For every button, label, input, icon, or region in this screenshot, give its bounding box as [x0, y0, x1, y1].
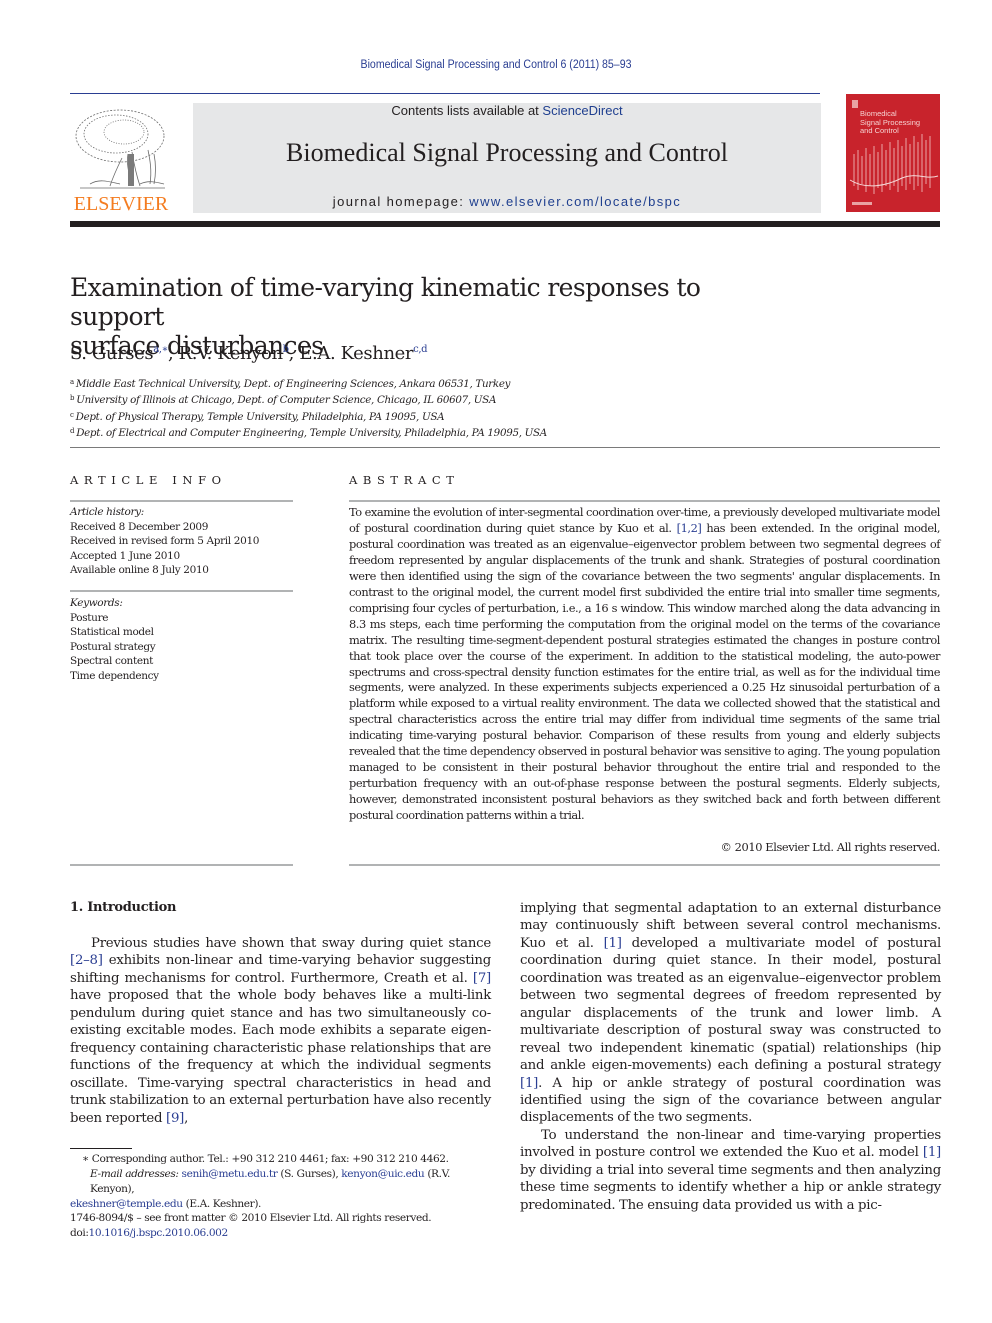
running-head[interactable]: Biomedical Signal Processing and Control… — [40, 59, 953, 71]
body-column-right: implying that segmental adaptation to an… — [520, 900, 941, 1214]
paragraph: Previous studies have shown that sway du… — [70, 935, 491, 1127]
divider — [349, 500, 940, 502]
issn-line: 1746-8094/$ – see front matter © 2010 El… — [70, 1212, 432, 1224]
email-link[interactable]: ekeshner@temple.edu — [70, 1198, 183, 1210]
section-heading-introduction: 1. Introduction — [70, 900, 177, 915]
history-item: Accepted 1 June 2010 — [70, 549, 180, 562]
divider — [70, 590, 293, 592]
keyword-item: Postural strategy — [70, 640, 156, 653]
issn-doi-block: 1746-8094/$ – see front matter © 2010 El… — [70, 1211, 432, 1241]
paragraph: To understand the non-linear and time-va… — [520, 1127, 941, 1214]
article-info-heading: ARTICLE INFO — [70, 473, 227, 487]
journal-homepage-line: journal homepage: www.elsevier.com/locat… — [193, 194, 821, 209]
keywords-label: Keywords: — [70, 597, 123, 609]
email-addresses-cont: ekeshner@temple.edu (E.A. Keshner). — [70, 1198, 262, 1210]
citation-link[interactable]: [1] — [520, 1076, 538, 1091]
citation-link[interactable]: [7] — [473, 971, 491, 986]
paragraph-text: have proposed that the whole body behave… — [70, 988, 491, 1126]
affiliation-item: d Dept. of Electrical and Computer Engine… — [70, 427, 547, 440]
history-item: Received in revised form 5 April 2010 — [70, 535, 260, 547]
divider — [349, 864, 940, 866]
paragraph-text: developed a multivariate model of postur… — [520, 935, 941, 1074]
article-history: Article history: Received 8 December 200… — [70, 505, 259, 578]
keywords: Keywords: Posture Statistical model Post… — [70, 596, 159, 683]
divider — [70, 864, 293, 866]
header-rule — [70, 93, 820, 94]
keyword-item: Posture — [70, 611, 109, 624]
paragraph: implying that segmental adaptation to an… — [520, 900, 941, 1127]
author-affiliation-mark[interactable]: a,∗ — [153, 344, 168, 355]
homepage-prefix: journal homepage: — [332, 194, 470, 209]
elsevier-wordmark[interactable]: ELSEVIER — [70, 193, 172, 216]
history-item: Received 8 December 2009 — [70, 520, 209, 533]
keyword-item: Time dependency — [70, 669, 159, 682]
title-divider — [70, 447, 940, 448]
affiliations: a Middle East Technical University, Dept.… — [70, 375, 547, 441]
journal-cover-thumbnail[interactable]: Biomedical Signal Processing and Control — [846, 94, 940, 212]
journal-name: Biomedical Signal Processing and Control — [286, 138, 728, 167]
paragraph-text: . A hip or ankle strategy of postural co… — [520, 1075, 941, 1126]
citation-link[interactable]: [1] — [923, 1145, 941, 1160]
email-link[interactable]: kenyon@uic.edu — [341, 1168, 424, 1180]
homepage-link[interactable]: www.elsevier.com/locate/bspc — [469, 194, 681, 209]
email-link[interactable]: senih@metu.edu.tr — [182, 1168, 278, 1180]
paragraph-text: , — [184, 1110, 189, 1126]
citation-link[interactable]: [9] — [166, 1111, 184, 1126]
paragraph-text: To understand the non-linear and time-va… — [520, 1127, 941, 1161]
author-name: E.A. Keshner — [299, 343, 414, 364]
sciencedirect-link[interactable]: ScienceDirect — [542, 103, 622, 118]
contents-available-line: Contents lists available at ScienceDirec… — [193, 103, 821, 118]
paragraph-text: Previous studies have shown that sway du… — [91, 936, 491, 951]
citation-link[interactable]: [1] — [604, 936, 622, 951]
cover-title: Biomedical Signal Processing and Control — [860, 109, 921, 135]
abstract-text: To examine the evolution of inter-segmen… — [349, 505, 940, 823]
divider — [70, 500, 293, 502]
paragraph-text: exhibits non-linear and time-varying beh… — [70, 953, 491, 986]
footnotes: ∗ Corresponding author. Tel.: +90 312 21… — [70, 1152, 495, 1212]
abstract-heading: ABSTRACT — [349, 473, 460, 487]
email-addresses: E-mail addresses: senih@metu.edu.tr (S. … — [90, 1168, 450, 1195]
author-affiliation-mark[interactable]: c,d — [413, 344, 427, 355]
paragraph-text: by dividing a trial into several time se… — [520, 1162, 941, 1213]
author-name: R.V. Kenyon — [178, 343, 283, 364]
header-thick-rule — [70, 221, 940, 227]
author-list: S. Gursesa,∗, R.V. Kenyonb, E.A. Keshner… — [70, 343, 428, 364]
affiliation-item: a Middle East Technical University, Dept.… — [70, 378, 511, 390]
keyword-item: Statistical model — [70, 626, 154, 638]
contents-prefix: Contents lists available at — [391, 103, 543, 118]
history-item: Available online 8 July 2010 — [70, 564, 209, 576]
waveform-graphic-icon — [853, 134, 931, 194]
citation-link[interactable]: [1,2] — [677, 521, 702, 535]
copyright-notice: © 2010 Elsevier Ltd. All rights reserved… — [720, 840, 940, 854]
keyword-item: Spectral content — [70, 655, 153, 667]
doi-link[interactable]: 10.1016/j.bspc.2010.06.002 — [89, 1227, 229, 1239]
history-label: Article history: — [70, 506, 144, 518]
corresponding-author-note: ∗ Corresponding author. Tel.: +90 312 21… — [82, 1153, 449, 1165]
affiliation-item: c Dept. of Physical Therapy, Temple Unive… — [70, 410, 445, 423]
affiliation-item: b University of Illinois at Chicago, Dept… — [70, 394, 497, 407]
footnote-rule — [70, 1148, 132, 1149]
body-column-left: Previous studies have shown that sway du… — [70, 935, 491, 1127]
citation-link[interactable]: [2–8] — [70, 953, 103, 968]
author-name: S. Gurses — [70, 343, 154, 364]
doi-line: doi:10.1016/j.bspc.2010.06.002 — [70, 1227, 229, 1239]
